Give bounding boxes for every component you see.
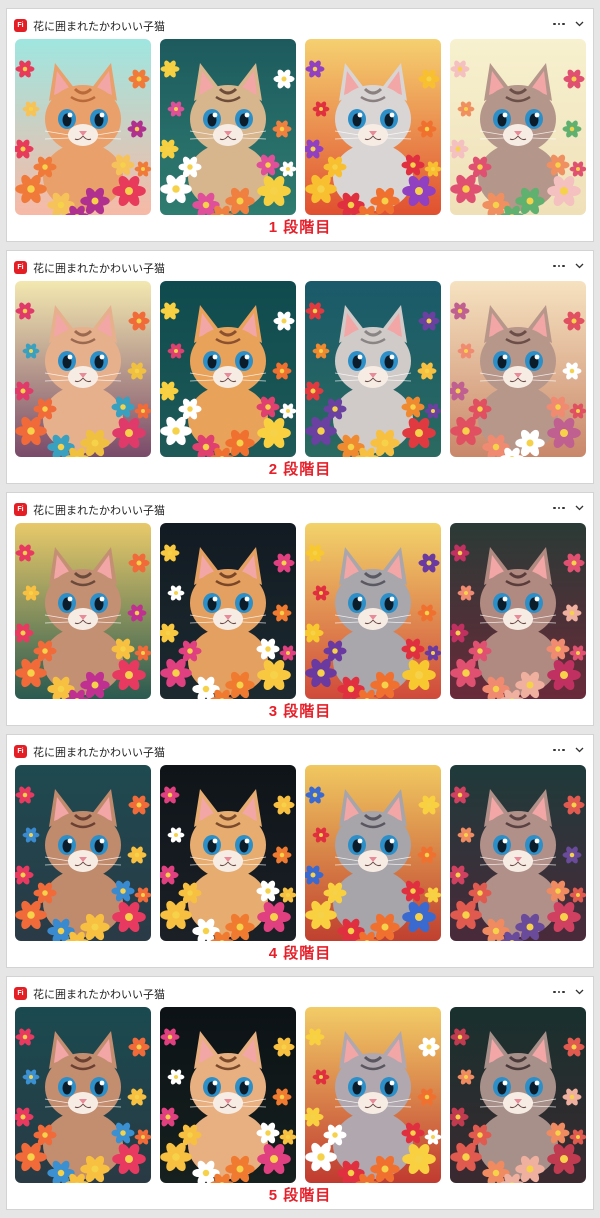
kitten-image[interactable] [305,523,441,699]
panel-title: 花に囲まれたかわいい子猫 [33,989,165,1001]
kitten-illustration [450,523,586,699]
kitten-image[interactable] [15,281,151,457]
panel-header: Fi 花に囲まれたかわいい子猫 [7,977,593,1005]
kitten-image[interactable] [305,1007,441,1183]
generation-stages: Fi 花に囲まれたかわいい子猫 1 段階目 Fi 花に囲まれたかわいい子猫 2 … [0,0,600,1218]
kitten-illustration [305,523,441,699]
stage-label: 5 段階目 [268,1187,332,1204]
stage-panel: Fi 花に囲まれたかわいい子猫 3 段階目 [6,492,594,726]
kitten-illustration [15,39,151,215]
chevron-down-icon[interactable] [575,989,584,995]
panel-header: Fi 花に囲まれたかわいい子猫 [7,9,593,37]
kitten-illustration [305,1007,441,1183]
app-logo-icon: Fi [14,503,27,516]
stage-label: 4 段階目 [268,945,332,962]
chevron-down-icon[interactable] [575,505,584,511]
kitten-illustration [15,523,151,699]
thumbnail-row [15,765,587,941]
thumbnail-row [15,1007,587,1183]
kitten-image[interactable] [160,281,296,457]
kitten-illustration [15,281,151,457]
kitten-image[interactable] [450,1007,586,1183]
stage-panel: Fi 花に囲まれたかわいい子猫 2 段階目 [6,250,594,484]
panel-title: 花に囲まれたかわいい子猫 [33,505,165,517]
stage-label: 2 段階目 [268,461,332,478]
stage-panel: Fi 花に囲まれたかわいい子猫 1 段階目 [6,8,594,242]
kitten-image[interactable] [450,281,586,457]
panel-title: 花に囲まれたかわいい子猫 [33,21,165,33]
kitten-illustration [160,281,296,457]
app-logo-icon: Fi [14,19,27,32]
kitten-illustration [160,1007,296,1183]
kitten-illustration [160,765,296,941]
panel-header: Fi 花に囲まれたかわいい子猫 [7,493,593,521]
kitten-image[interactable] [450,39,586,215]
kitten-illustration [450,39,586,215]
kitten-illustration [160,39,296,215]
kitten-image[interactable] [160,523,296,699]
kitten-image[interactable] [15,39,151,215]
kitten-illustration [450,765,586,941]
more-options-icon[interactable] [551,260,567,272]
kitten-image[interactable] [305,39,441,215]
kitten-illustration [305,39,441,215]
more-options-icon[interactable] [551,18,567,30]
kitten-image[interactable] [160,765,296,941]
chevron-down-icon[interactable] [575,747,584,753]
more-options-icon[interactable] [551,986,567,998]
panel-header: Fi 花に囲まれたかわいい子猫 [7,251,593,279]
kitten-image[interactable] [305,281,441,457]
stage-label: 1 段階目 [268,219,332,236]
stage-panel: Fi 花に囲まれたかわいい子猫 5 段階目 [6,976,594,1210]
stage-panel: Fi 花に囲まれたかわいい子猫 4 段階目 [6,734,594,968]
more-options-icon[interactable] [551,502,567,514]
app-logo-icon: Fi [14,987,27,1000]
app-logo-icon: Fi [14,261,27,274]
kitten-illustration [450,1007,586,1183]
panel-title: 花に囲まれたかわいい子猫 [33,747,165,759]
kitten-illustration [305,765,441,941]
thumbnail-row [15,39,587,215]
stage-label: 3 段階目 [268,703,332,720]
kitten-image[interactable] [305,765,441,941]
chevron-down-icon[interactable] [575,21,584,27]
thumbnail-row [15,523,587,699]
kitten-image[interactable] [15,765,151,941]
thumbnail-row [15,281,587,457]
kitten-illustration [305,281,441,457]
kitten-illustration [15,765,151,941]
kitten-illustration [15,1007,151,1183]
kitten-image[interactable] [15,1007,151,1183]
kitten-image[interactable] [160,39,296,215]
kitten-image[interactable] [450,523,586,699]
kitten-image[interactable] [450,765,586,941]
kitten-image[interactable] [15,523,151,699]
app-logo-icon: Fi [14,745,27,758]
chevron-down-icon[interactable] [575,263,584,269]
more-options-icon[interactable] [551,744,567,756]
panel-title: 花に囲まれたかわいい子猫 [33,263,165,275]
kitten-illustration [160,523,296,699]
kitten-image[interactable] [160,1007,296,1183]
kitten-illustration [450,281,586,457]
panel-header: Fi 花に囲まれたかわいい子猫 [7,735,593,763]
